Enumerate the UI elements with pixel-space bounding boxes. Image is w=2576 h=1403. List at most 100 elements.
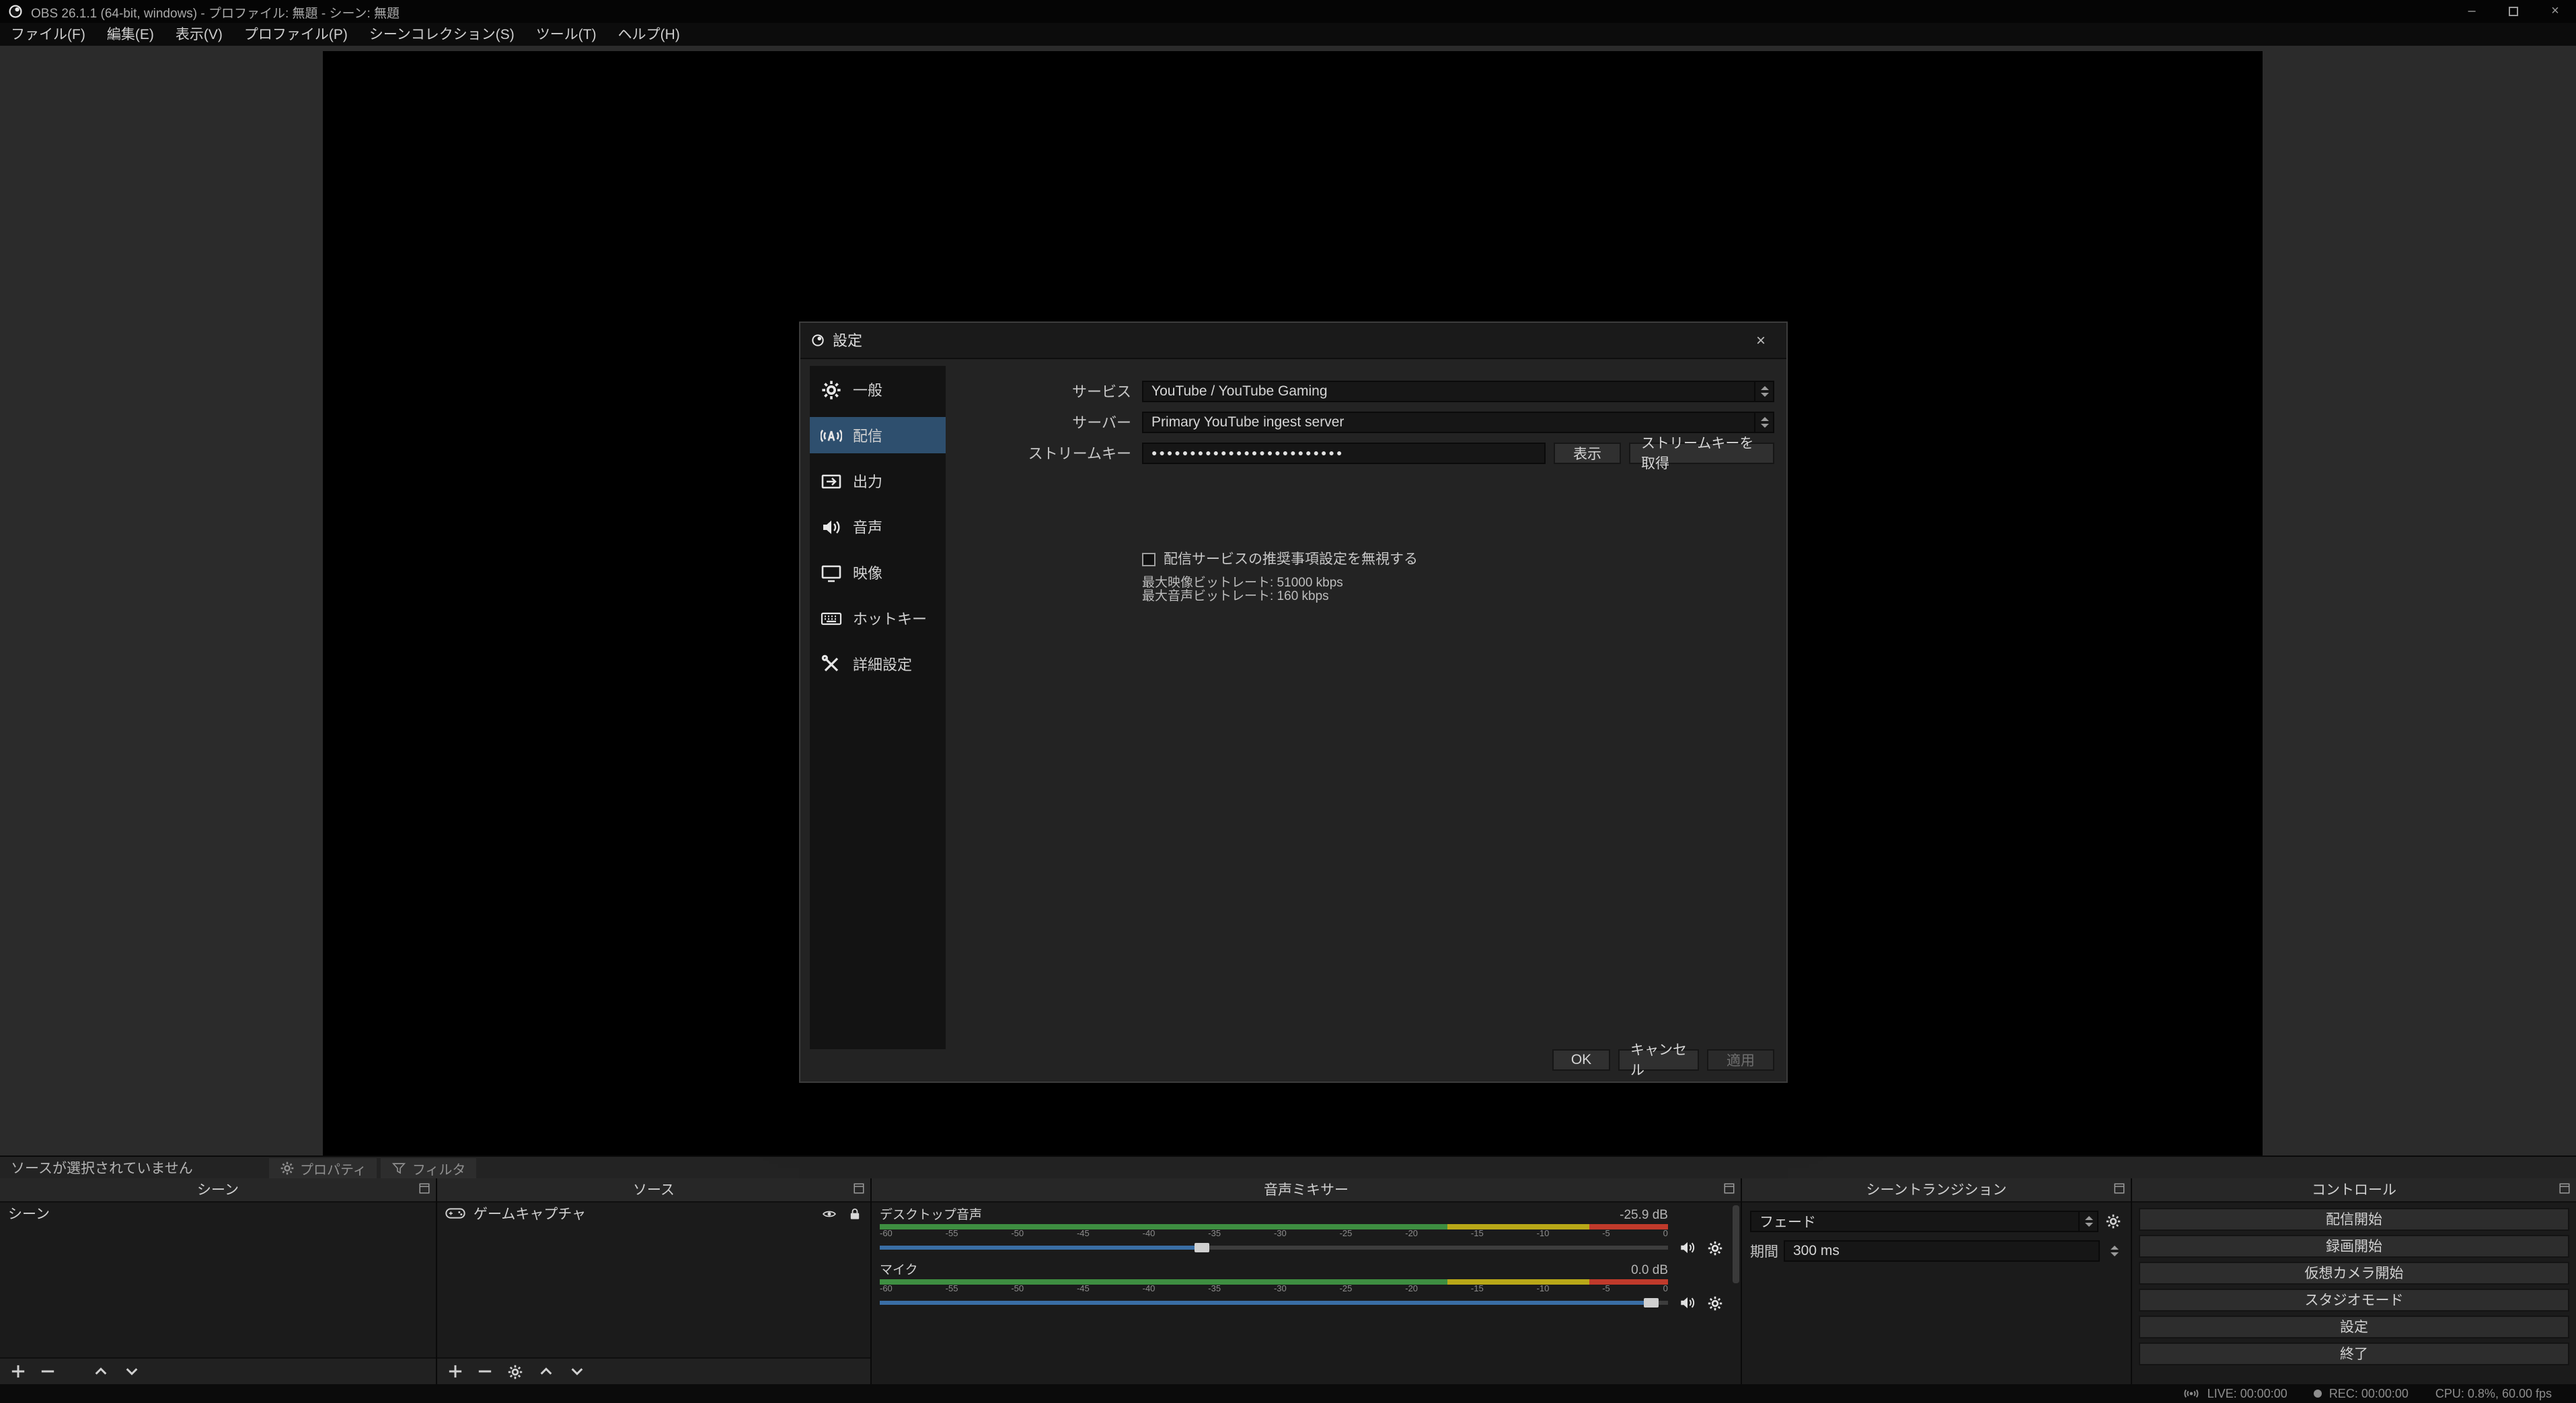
audio-mixer-dock: 音声ミキサー デスクトップ音声 -25.9 dB -60-55-50-45-40… [872,1178,1741,1384]
ignore-recommendations-checkbox[interactable] [1142,552,1156,566]
get-stream-key-button[interactable]: ストリームキーを取得 [1629,443,1774,464]
settings-nav-advanced[interactable]: 詳細設定 [810,646,946,682]
start-recording-button[interactable]: 録画開始 [2139,1235,2569,1258]
transition-settings-gear-icon[interactable] [2104,1212,2123,1231]
studio-mode-button[interactable]: スタジオモード [2139,1289,2569,1312]
settings-nav-audio[interactable]: 音声 [810,508,946,545]
move-source-up-button[interactable] [538,1364,554,1379]
add-source-button[interactable] [448,1364,463,1379]
obs-main-window: OBS 26.1.1 (64-bit, windows) - プロファイル: 無… [0,0,2576,1403]
source-item[interactable]: ゲームキャプチャ [437,1203,870,1224]
settings-nav-video[interactable]: 映像 [810,554,946,591]
gear-icon [280,1160,295,1175]
status-bar: LIVE: 00:00:00 REC: 00:00:00 CPU: 0.8%, … [0,1384,2576,1403]
speaker-icon[interactable] [1679,1294,1696,1312]
channel-name: デスクトップ音声 [880,1208,982,1223]
settings-dialog-titlebar[interactable]: 設定 × [800,323,1786,359]
dock-popout-icon[interactable] [1723,1182,1735,1195]
start-virtual-camera-button[interactable]: 仮想カメラ開始 [2139,1262,2569,1285]
ok-button[interactable]: OK [1552,1049,1610,1071]
controls-dock: コントロール 配信開始 録画開始 仮想カメラ開始 スタジオモード 設定 終了 [2132,1178,2576,1384]
channel-settings-gear-icon[interactable] [1707,1240,1723,1256]
menu-tools[interactable]: ツール(T) [525,23,607,46]
minimize-icon: – [2468,4,2475,19]
duration-spinner[interactable] [2105,1246,2123,1256]
source-properties-gear-icon[interactable] [507,1363,523,1379]
spin-down-icon[interactable] [2110,1252,2118,1256]
ignore-recommendations-row: 配信サービスの推奨事項設定を無視する [1142,549,1786,569]
dock-popout-icon[interactable] [418,1182,430,1195]
mixer-scrollbar[interactable] [1733,1205,1739,1283]
scene-item[interactable]: シーン [0,1203,436,1224]
show-key-button[interactable]: 表示 [1554,443,1621,464]
sources-dock-header[interactable]: ソース [437,1178,870,1203]
channel-settings-gear-icon[interactable] [1707,1295,1723,1311]
settings-nav-hotkeys[interactable]: ホットキー [810,600,946,636]
volume-slider[interactable] [880,1297,1668,1309]
cancel-button[interactable]: キャンセル [1618,1049,1699,1071]
volume-slider-handle[interactable] [1644,1298,1659,1307]
server-combobox[interactable]: Primary YouTube ingest server [1142,412,1774,433]
service-combobox[interactable]: YouTube / YouTube Gaming [1142,381,1774,402]
apply-button[interactable]: 適用 [1707,1049,1774,1071]
mixer-channel-mic: マイク 0.0 dB -60-55-50-45-40-35-30-25-20-1… [880,1263,1741,1309]
spin-up-icon[interactable] [2110,1246,2118,1250]
add-scene-button[interactable] [11,1364,26,1379]
stream-key-input[interactable] [1142,443,1546,464]
exit-button[interactable]: 終了 [2139,1342,2569,1365]
move-source-down-button[interactable] [569,1364,585,1379]
gamepad-icon [445,1207,465,1220]
volume-slider-handle[interactable] [1195,1243,1210,1252]
menu-view[interactable]: 表示(V) [165,23,233,46]
duration-value: 300 ms [1793,1243,1840,1259]
maximize-button[interactable] [2493,0,2534,23]
menu-profile[interactable]: プロファイル(P) [233,23,358,46]
gear-icon [821,379,842,400]
speaker-icon[interactable] [1679,1239,1696,1256]
dock-popout-icon[interactable] [853,1182,865,1195]
minimize-button[interactable]: – [2451,0,2493,23]
meter-scale: -60-55-50-45-40-35-30-25-20-15-10-50 [880,1285,1668,1294]
main-area: 設定 × 一般 配信 出力 音声 [0,46,2576,1155]
duration-spinbox[interactable]: 300 ms [1784,1240,2100,1262]
broadcast-signal-icon [2182,1388,2201,1399]
transitions-dock-header[interactable]: シーントランジション [1742,1178,2131,1203]
rec-status: REC: 00:00:00 [2314,1387,2409,1400]
live-time: LIVE: 00:00:00 [2207,1387,2287,1400]
chevron-up-down-icon [2078,1212,2097,1231]
source-list[interactable]: ゲームキャプチャ [437,1203,870,1357]
volume-slider[interactable] [880,1242,1668,1254]
sources-dock: ソース ゲームキャプチャ [437,1178,870,1384]
scenes-dock-header[interactable]: シーン [0,1178,436,1203]
filters-button[interactable]: フィルタ [381,1158,477,1178]
scene-list[interactable]: シーン [0,1203,436,1357]
settings-close-button[interactable]: × [1746,331,1776,350]
start-streaming-button[interactable]: 配信開始 [2139,1208,2569,1231]
move-scene-up-button[interactable] [93,1364,109,1379]
mixer-dock-header[interactable]: 音声ミキサー [872,1178,1741,1203]
remove-scene-button[interactable] [40,1364,55,1379]
menu-edit[interactable]: 編集(E) [96,23,165,46]
ignore-recommendations-label: 配信サービスの推奨事項設定を無視する [1164,549,1418,569]
menu-scene-collection[interactable]: シーンコレクション(S) [358,23,525,46]
filter-funnel-icon [392,1160,407,1175]
dock-popout-icon[interactable] [2113,1182,2125,1195]
menu-help[interactable]: ヘルプ(H) [607,23,691,46]
controls-dock-header[interactable]: コントロール [2132,1178,2576,1203]
close-button[interactable]: × [2534,0,2576,23]
transition-value: フェード [1759,1211,1816,1231]
visibility-eye-icon[interactable] [821,1206,838,1221]
nav-label: 詳細設定 [853,653,912,675]
lock-icon[interactable] [847,1206,862,1221]
properties-button[interactable]: プロパティ [269,1158,377,1178]
transition-combobox[interactable]: フェード [1750,1211,2098,1232]
settings-button[interactable]: 設定 [2139,1316,2569,1338]
settings-nav-general[interactable]: 一般 [810,371,946,408]
menu-file[interactable]: ファイル(F) [0,23,96,46]
settings-nav-stream[interactable]: 配信 [810,417,946,453]
settings-nav-output[interactable]: 出力 [810,463,946,499]
remove-source-button[interactable] [478,1364,492,1379]
move-scene-down-button[interactable] [124,1364,140,1379]
dock-popout-icon[interactable] [2559,1182,2571,1195]
close-icon: × [1756,331,1766,350]
